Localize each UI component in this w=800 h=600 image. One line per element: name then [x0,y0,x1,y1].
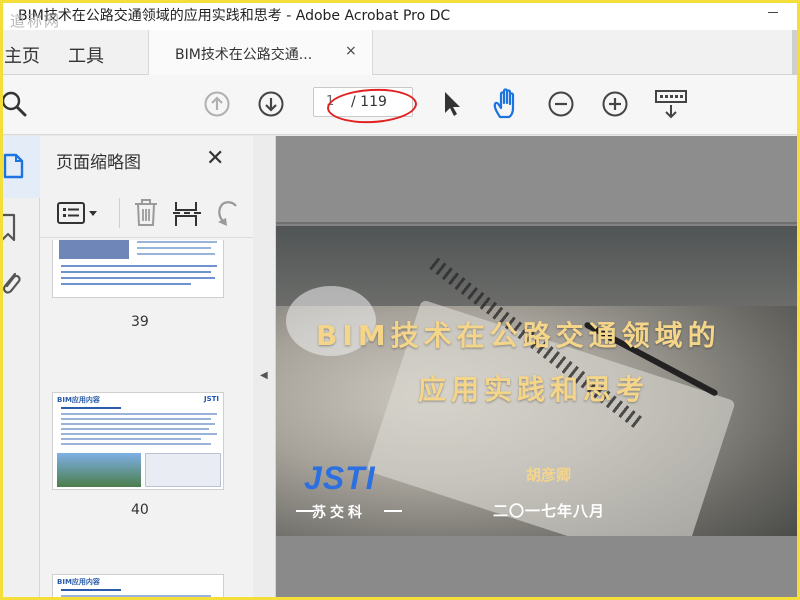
panel-divider[interactable]: ◀ [253,136,276,600]
tab-home[interactable]: 主页 [4,42,40,68]
panel-title: 页面缩略图 [56,153,141,173]
panel-close-button[interactable]: ✕ [206,146,224,171]
logo-chinese: 苏交科 [312,505,366,521]
thumbnail-list: 39 BIM应用内容 JSTI 40 BIM应用内容 [40,240,240,600]
toolbar: 1 / 119 [0,75,800,135]
attachment-icon[interactable] [0,268,23,298]
pdf-page: BIM技术在公路交通领域的 应用实践和思考 JSTI 苏交科 胡彦卿 二〇一七年… [276,226,800,536]
thumbnail-image [57,453,141,487]
previous-page-bottom [276,136,800,224]
options-menu-icon[interactable] [56,200,100,226]
tab-document[interactable]: BIM技术在公路交通... × [148,30,373,75]
thumbnail-page-40[interactable]: BIM应用内容 JSTI [52,392,224,490]
document-date: 二〇一七年八月 [493,502,606,520]
logo-text: JSTI [304,460,376,496]
document-view: BIM技术在公路交通领域的 应用实践和思考 JSTI 苏交科 胡彦卿 二〇一七年… [276,136,800,600]
document-title-line1: BIM技术在公路交通领域的 [316,319,721,352]
thumbnail-title: BIM应用内容 [57,396,100,404]
previous-page-icon[interactable] [203,90,231,118]
trash-icon[interactable] [132,198,160,228]
zoom-in-icon[interactable] [601,90,629,118]
left-rail [0,136,40,600]
tab-tools[interactable]: 工具 [68,42,104,68]
document-title-line2: 应用实践和思考 [418,373,650,406]
tab-scroll [792,30,797,75]
keyboard-icon[interactable] [654,88,688,120]
thumbnail-page-number: 39 [131,314,149,330]
collapse-panel-arrow[interactable]: ◀ [260,370,268,381]
tab-bar: 主页 工具 BIM技术在公路交通... × [0,30,800,75]
tab-document-label: BIM技术在公路交通... [175,47,313,63]
next-page-icon[interactable] [257,90,285,118]
select-cursor-icon[interactable] [440,89,464,119]
watermark: 道称网 [10,12,62,30]
rotate-icon[interactable] [214,198,240,228]
page-gutter [276,536,800,600]
title-bar: BIM技术在公路交通领域的应用实践和思考 - Adobe Acrobat Pro… [0,0,800,30]
bookmark-icon[interactable] [0,212,20,244]
minimize-button[interactable] [768,12,778,13]
split-page-icon[interactable] [172,198,202,228]
search-icon[interactable] [0,89,30,119]
thumbnail-image [145,453,221,487]
tab-close-button[interactable]: × [345,43,357,59]
tool-divider [119,198,120,228]
thumbnail-page-number: 40 [131,502,149,518]
company-logo: JSTI 苏交科 [296,460,412,521]
thumbnail-logo: JSTI [203,395,219,403]
window-title: BIM技术在公路交通领域的应用实践和思考 - Adobe Acrobat Pro… [18,8,451,24]
thumbnail-panel: 页面缩略图 ✕ 39 BIM应用内容 JSTI 40 BIM应用内容 [40,136,283,600]
hand-tool-icon[interactable] [490,87,524,121]
thumbnail-page-39[interactable] [52,240,224,298]
thumbnail-page-41[interactable]: BIM应用内容 [52,574,224,600]
thumbnail-image [59,240,129,259]
thumbnail-title: BIM应用内容 [57,578,100,586]
document-author: 胡彦卿 [526,466,572,484]
panel-tools [40,188,253,238]
zoom-out-icon[interactable] [547,90,575,118]
page-thumbnails-icon[interactable] [2,152,26,180]
